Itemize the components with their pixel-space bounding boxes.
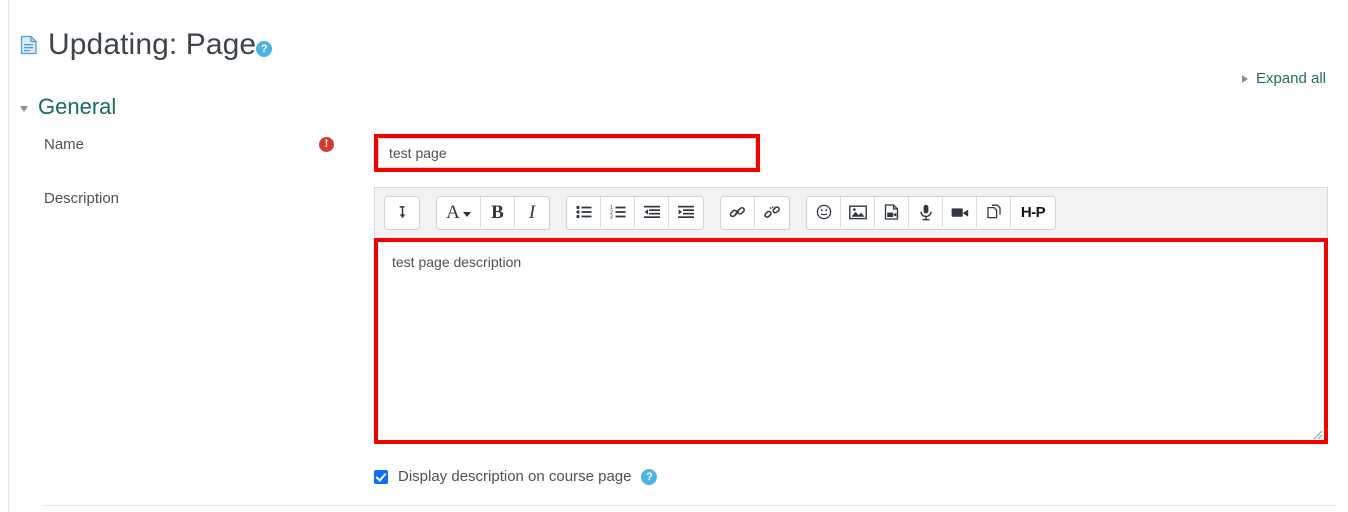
toolbar-group-expand — [384, 196, 420, 230]
name-input[interactable] — [378, 138, 756, 168]
outdent-button[interactable] — [635, 197, 669, 227]
link-icon — [729, 205, 746, 220]
numbered-list-icon: 1 2 3 — [610, 205, 626, 219]
description-editor[interactable]: test page description — [378, 242, 1324, 440]
toolbar-group-lists: 1 2 3 — [566, 196, 704, 230]
arrow-turn-down-icon — [395, 205, 410, 220]
page-help-icon[interactable]: ? — [256, 41, 273, 57]
editor-toolbar: A B I 1 2 3 H-P — [374, 187, 1328, 238]
toolbar-group-format: A B I — [436, 196, 550, 230]
resize-handle-icon[interactable] — [1311, 427, 1323, 440]
show-more-buttons-button[interactable] — [385, 197, 419, 227]
name-field-highlight — [374, 134, 760, 172]
files-copy-icon — [986, 204, 1002, 220]
left-content-rule — [8, 0, 9, 512]
page-header: Updating: Page ? — [20, 24, 273, 66]
description-label: Description — [44, 190, 120, 207]
triangle-down-icon — [20, 106, 28, 112]
h5p-icon: H-P — [1020, 203, 1046, 221]
unlink-icon — [763, 205, 781, 220]
style-paragraph-button[interactable]: A — [437, 197, 481, 227]
smiley-icon — [816, 204, 832, 220]
media-file-icon — [884, 204, 900, 220]
video-camera-icon — [951, 206, 969, 219]
numbered-list-button[interactable]: 1 2 3 — [601, 197, 635, 227]
insert-media-button[interactable] — [875, 197, 909, 227]
letter-a-icon: A — [446, 201, 460, 223]
chevron-down-icon — [462, 211, 471, 217]
name-label: Name — [44, 136, 85, 153]
svg-text:3: 3 — [610, 214, 613, 219]
italic-button[interactable]: I — [515, 197, 549, 227]
display-description-label: Display description on course page — [398, 468, 632, 485]
section-divider — [45, 505, 1335, 506]
insert-image-button[interactable] — [841, 197, 875, 227]
insert-emoticon-button[interactable] — [807, 197, 841, 227]
required-exclamation-icon: ! — [319, 137, 334, 152]
insert-h5p-button[interactable]: H-P — [1011, 197, 1055, 227]
toolbar-group-media: H-P — [806, 196, 1056, 230]
remove-link-button[interactable] — [755, 197, 789, 227]
page-title: Updating: Page — [48, 28, 257, 61]
bulleted-list-button[interactable] — [567, 197, 601, 227]
toolbar-group-link — [720, 196, 790, 230]
indent-button[interactable] — [669, 197, 703, 227]
insert-link-button[interactable] — [721, 197, 755, 227]
section-header-general[interactable]: General — [20, 96, 116, 118]
outdent-icon — [643, 205, 660, 219]
description-editor-highlight: test page description — [374, 238, 1328, 444]
bold-icon: B — [491, 201, 504, 223]
record-audio-button[interactable] — [909, 197, 943, 227]
bold-button[interactable]: B — [481, 197, 515, 227]
display-description-help-icon[interactable]: ? — [641, 468, 658, 485]
microphone-icon — [919, 204, 933, 221]
manage-files-button[interactable] — [977, 197, 1011, 227]
page-document-icon — [20, 35, 48, 55]
display-description-checkbox[interactable] — [374, 469, 388, 484]
italic-icon: I — [528, 201, 536, 223]
expand-all-label: Expand all — [1255, 70, 1326, 87]
section-title: General — [38, 94, 117, 119]
display-description-row: Display description on course page ? — [374, 468, 658, 485]
triangle-right-icon — [1241, 74, 1248, 83]
image-icon — [848, 205, 867, 220]
record-video-button[interactable] — [943, 197, 977, 227]
indent-icon — [678, 205, 694, 219]
expand-all-link[interactable]: Expand all — [1241, 70, 1326, 87]
bulleted-list-icon — [575, 205, 592, 219]
